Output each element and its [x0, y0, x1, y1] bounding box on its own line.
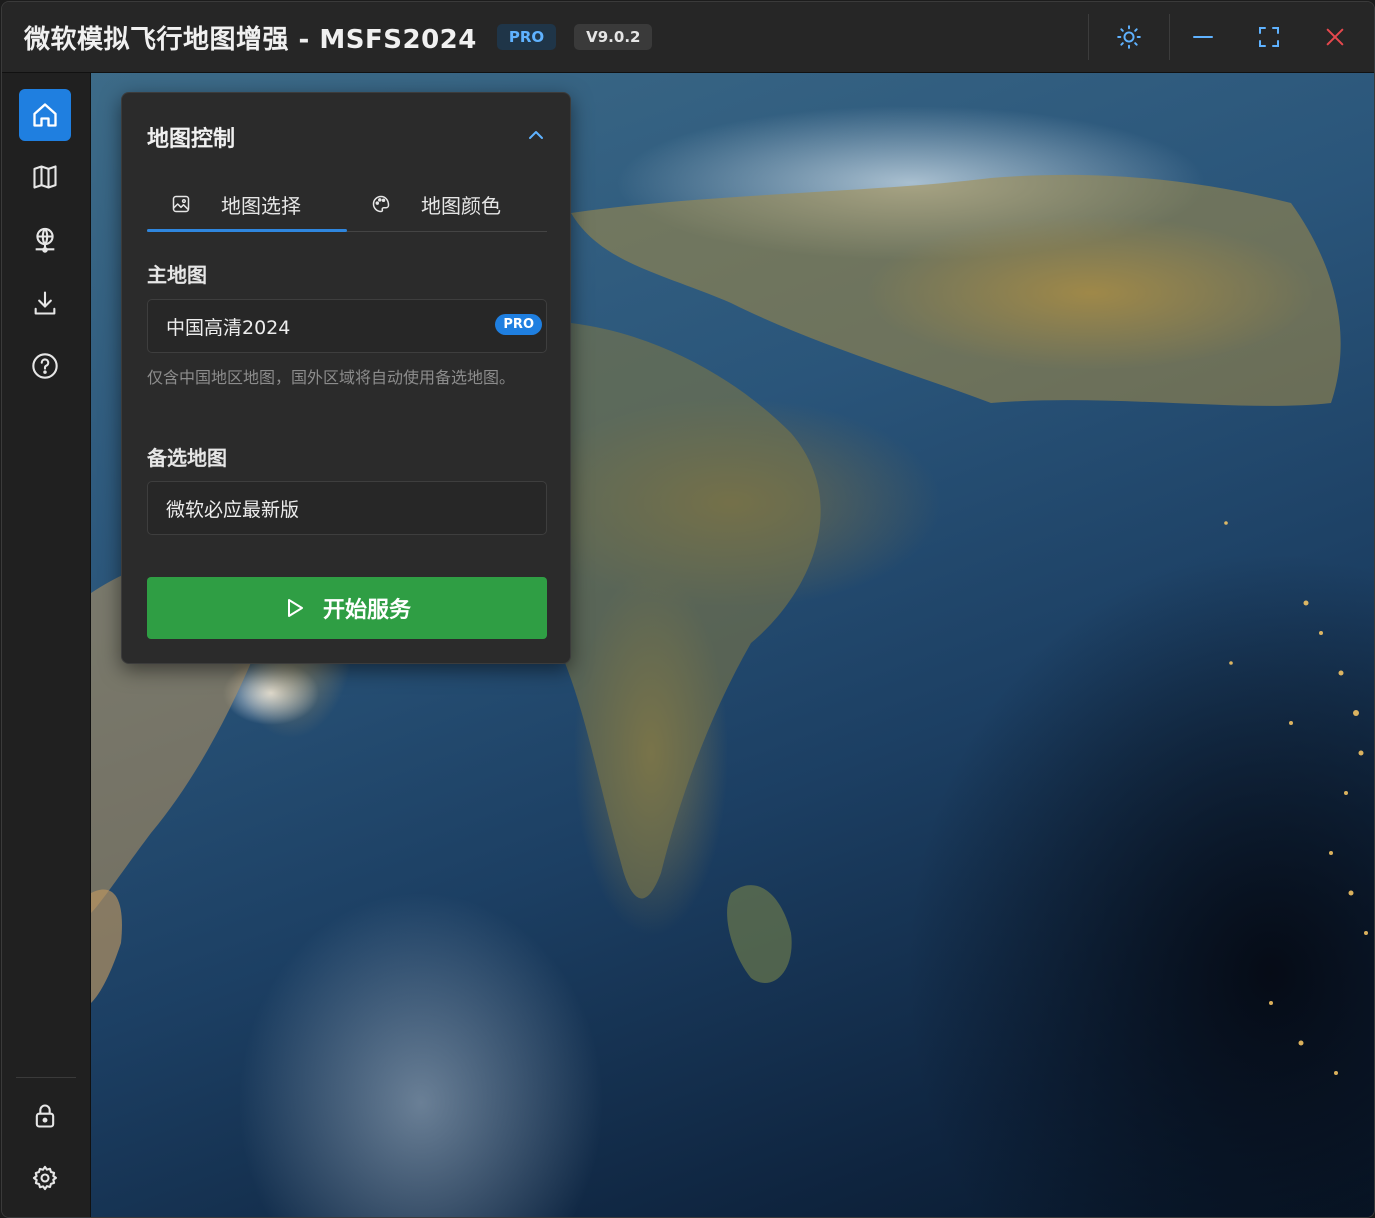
- sidebar: [2, 73, 91, 1217]
- play-icon: [287, 599, 303, 617]
- primary-map-value: 中国高清2024: [166, 316, 291, 339]
- sidebar-item-home[interactable]: [19, 89, 71, 141]
- theme-toggle-button[interactable]: [1089, 2, 1169, 72]
- chevron-up-icon: [529, 131, 543, 139]
- sidebar-item-lock[interactable]: [19, 1090, 71, 1142]
- maximize-button[interactable]: [1236, 2, 1302, 72]
- download-icon: [34, 291, 56, 315]
- city-lights: [1224, 521, 1368, 1075]
- start-service-button[interactable]: 开始服务: [147, 577, 547, 639]
- close-icon: [1326, 28, 1344, 46]
- primary-map-select[interactable]: 中国高清2024 PRO: [147, 299, 547, 353]
- minimize-icon: [1193, 36, 1213, 38]
- active-tab-indicator: [147, 229, 347, 232]
- primary-map-label: 主地图: [147, 263, 207, 287]
- tab-bar: 地图选择 地图颜色: [147, 177, 547, 232]
- backup-map-value: 微软必应最新版: [166, 498, 300, 521]
- tab-map-select[interactable]: 地图选择: [171, 177, 301, 231]
- tab-map-color[interactable]: 地图颜色: [371, 177, 501, 231]
- help-icon: [32, 353, 58, 379]
- backup-map-select[interactable]: 微软必应最新版: [147, 481, 547, 535]
- tab-label: 地图颜色: [421, 193, 501, 218]
- collapse-button[interactable]: [524, 123, 548, 147]
- minimize-button[interactable]: [1170, 2, 1236, 72]
- lock-icon: [35, 1104, 55, 1128]
- map-control-panel: 地图控制 地图选择 地图颜色 主地图 中国高清2024 PRO 仅含中国地区地图…: [121, 92, 571, 664]
- close-button[interactable]: [1302, 2, 1368, 72]
- image-icon: [172, 195, 190, 213]
- app-title: 微软模拟飞行地图增强 - MSFS2024: [24, 24, 477, 55]
- version-badge: V9.0.2: [574, 24, 653, 50]
- home-icon: [33, 103, 57, 127]
- palette-icon: [372, 195, 390, 213]
- primary-map-hint: 仅含中国地区地图，国外区域将自动使用备选地图。: [147, 368, 516, 387]
- globe-pin-icon: [35, 227, 55, 253]
- gear-icon: [32, 1165, 58, 1191]
- backup-map-label: 备选地图: [147, 446, 227, 470]
- sidebar-divider: [16, 1077, 76, 1078]
- maximize-icon: [1259, 27, 1279, 47]
- map-icon: [33, 165, 57, 189]
- start-button-label: 开始服务: [322, 598, 411, 623]
- sidebar-item-map[interactable]: [19, 151, 71, 203]
- tab-label: 地图选择: [221, 193, 301, 218]
- sidebar-item-help[interactable]: [19, 340, 71, 392]
- pro-badge: PRO: [496, 24, 557, 50]
- app-window: 微软模拟飞行地图增强 - MSFS2024 PRO V9.0.2 地图控制 地图…: [1, 1, 1375, 1218]
- pro-badge: PRO: [495, 314, 542, 335]
- sidebar-item-globe[interactable]: [19, 214, 71, 266]
- panel-title: 地图控制: [147, 127, 236, 152]
- sidebar-item-settings[interactable]: [19, 1152, 71, 1204]
- sun-icon: [1117, 25, 1141, 49]
- title-bar[interactable]: 微软模拟飞行地图增强 - MSFS2024 PRO V9.0.2: [2, 2, 1374, 73]
- sidebar-item-download[interactable]: [19, 277, 71, 329]
